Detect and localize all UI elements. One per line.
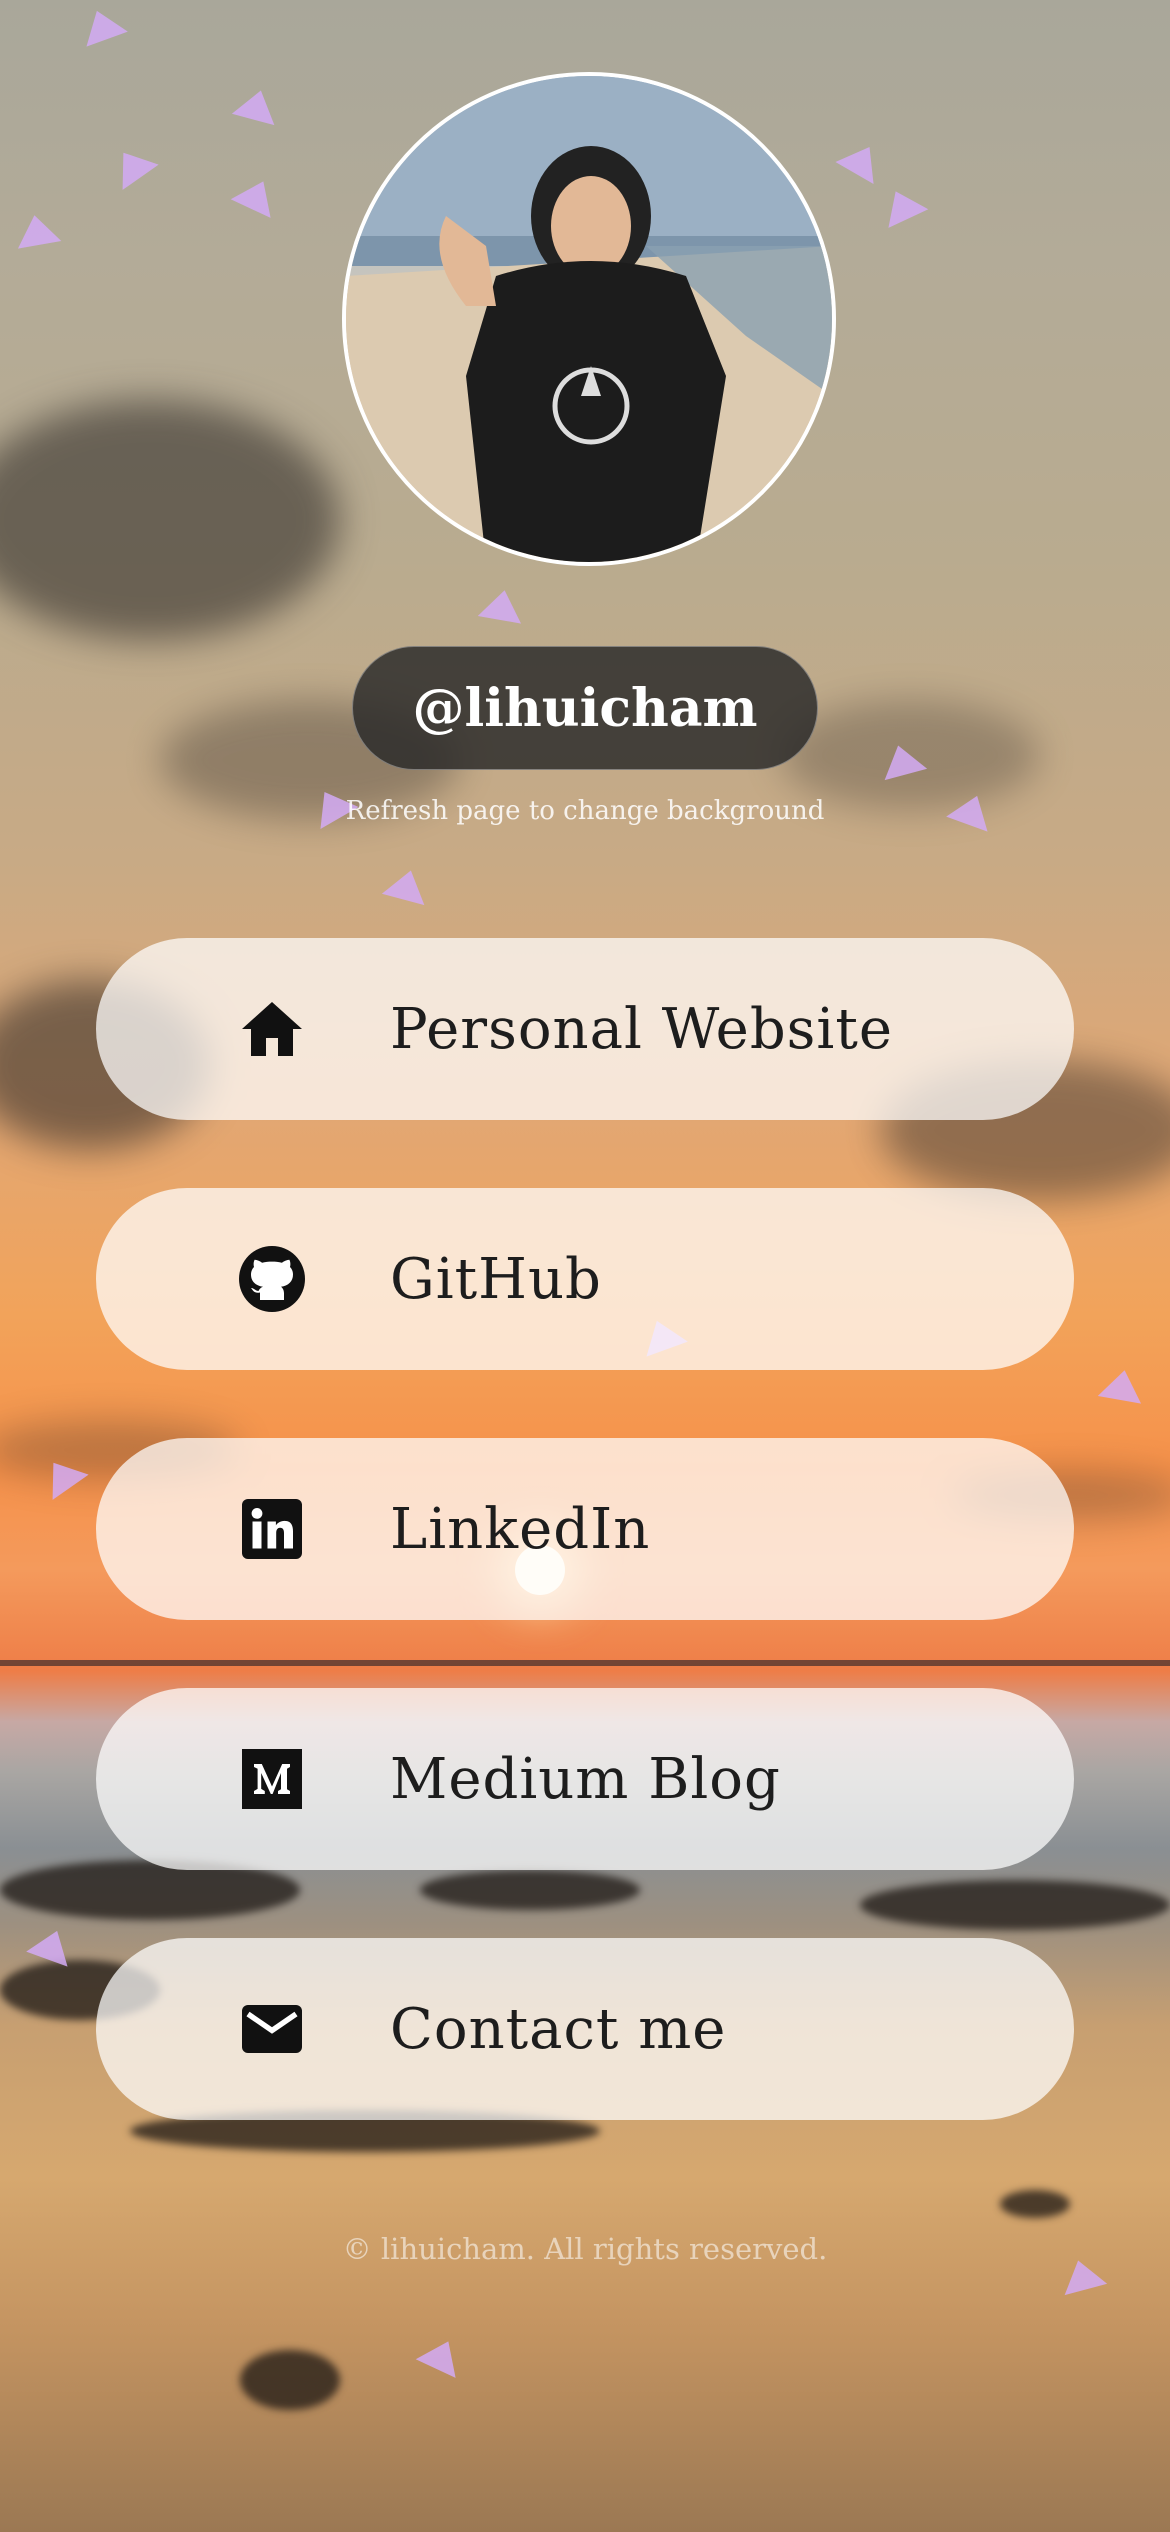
footer-copyright: © lihuicham. All rights reserved. xyxy=(342,2232,828,2266)
medium-blog-button[interactable]: Medium Blog xyxy=(96,1688,1074,1870)
github-icon xyxy=(236,1243,308,1315)
link-label: Contact me xyxy=(390,1996,727,2062)
link-label: LinkedIn xyxy=(390,1496,651,1562)
profile-photo xyxy=(346,76,832,562)
medium-icon xyxy=(236,1743,308,1815)
linkedin-icon xyxy=(236,1493,308,1565)
link-label: GitHub xyxy=(390,1246,602,1312)
personal-website-button[interactable]: Personal Website xyxy=(96,938,1074,1120)
profile-avatar xyxy=(342,72,836,566)
github-button[interactable]: GitHub xyxy=(96,1188,1074,1370)
link-label: Medium Blog xyxy=(390,1746,781,1812)
link-list: Personal Website GitHub LinkedIn Medium … xyxy=(96,938,1074,2188)
username-handle[interactable]: @lihuicham xyxy=(352,646,818,770)
home-icon xyxy=(236,993,308,1065)
link-label: Personal Website xyxy=(390,996,893,1062)
linkedin-button[interactable]: LinkedIn xyxy=(96,1438,1074,1620)
refresh-hint: Refresh page to change background xyxy=(345,796,825,826)
contact-me-button[interactable]: Contact me xyxy=(96,1938,1074,2120)
mail-icon xyxy=(236,1993,308,2065)
